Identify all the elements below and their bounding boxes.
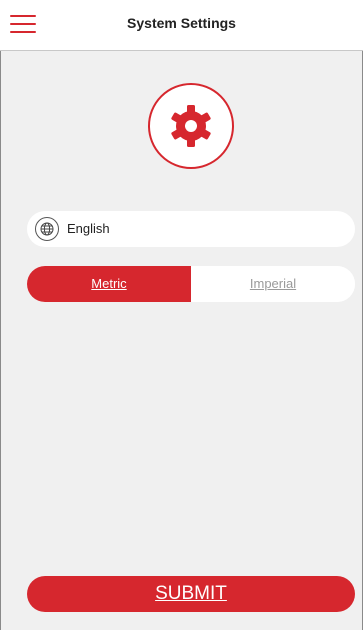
units-toggle: Metric Imperial	[27, 266, 355, 302]
unit-option-imperial[interactable]: Imperial	[191, 266, 355, 302]
menu-line	[10, 31, 36, 33]
language-value: English	[67, 221, 110, 236]
globe-icon	[35, 217, 59, 241]
language-selector[interactable]: English	[27, 211, 355, 247]
app-header: System Settings	[0, 0, 363, 51]
page-title: System Settings	[127, 15, 236, 31]
settings-badge	[148, 83, 234, 169]
submit-button[interactable]: SUBMIT	[27, 576, 355, 612]
gear-icon	[171, 105, 211, 147]
unit-option-metric[interactable]: Metric	[27, 266, 191, 302]
